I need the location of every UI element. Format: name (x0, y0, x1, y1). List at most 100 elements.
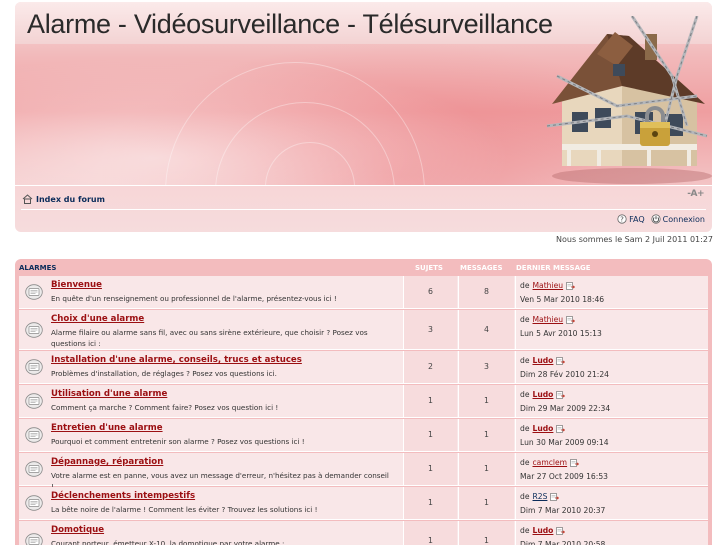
last-post-date: Dim 7 Mar 2010 20:58 (520, 540, 606, 545)
last-post-author-link[interactable]: camclem (533, 458, 568, 467)
forum-title-link[interactable]: Déclenchements intempestifs (51, 491, 195, 501)
forum-cell: Utilisation d'une alarme Comment ça marc… (19, 385, 402, 417)
view-latest-post-icon[interactable] (556, 526, 566, 535)
forum-read-icon (25, 427, 43, 443)
view-latest-post-icon[interactable] (566, 315, 576, 324)
posts-count: 1 (484, 430, 489, 439)
posts-cell: 8 (458, 276, 514, 308)
last-post-date: Dim 7 Mar 2010 20:37 (520, 506, 606, 515)
topics-cell: 6 (403, 276, 457, 308)
last-post-date: Lun 5 Avr 2010 15:13 (520, 329, 602, 338)
site-title[interactable]: Alarme - Vidéosurveillance - Télésurveil… (27, 9, 553, 40)
topics-cell: 1 (403, 419, 457, 451)
home-icon (22, 194, 33, 204)
last-post-date: Dim 29 Mar 2009 22:34 (520, 404, 611, 413)
forum-list-header: ALARMES SUJETS MESSAGES DERNIER MESSAGE (15, 259, 712, 276)
forum-row: Choix d'une alarme Alarme filaire ou ala… (19, 310, 708, 350)
forum-title-link[interactable]: Entretien d'une alarme (51, 423, 163, 433)
column-header-posts: MESSAGES (460, 264, 503, 272)
change-font-size[interactable]: -A+ (687, 189, 704, 199)
forum-index-link[interactable]: Index du forum (36, 195, 105, 204)
last-post-author-link[interactable]: Ludo (533, 526, 554, 535)
posts-count: 4 (484, 324, 489, 334)
topics-count: 1 (428, 464, 433, 473)
topics-cell: 2 (403, 351, 457, 383)
forum-cell: Dépannage, réparation Votre alarme est e… (19, 453, 402, 491)
nav-bar: Index du forum -A+ ? FAQ Connexion (15, 186, 712, 232)
forum-row: Déclenchements intempestifs La bête noir… (19, 487, 708, 520)
forum-title-link[interactable]: Choix d'une alarme (51, 314, 144, 324)
view-latest-post-icon[interactable] (570, 458, 580, 467)
forum-description: Pourquoi et comment entretenir son alarm… (51, 437, 305, 446)
last-post-author-link[interactable]: Ludo (533, 356, 554, 365)
faq-icon: ? (617, 214, 627, 224)
forum-description: Courant porteur, émetteur X-10, la domot… (51, 539, 285, 545)
last-post-cell: de camclem Mar 27 Oct 2009 16:53 (515, 453, 708, 485)
topics-cell: 1 (403, 487, 457, 519)
forum-cell: Installation d'une alarme, conseils, tru… (19, 351, 402, 383)
forum-read-icon (25, 284, 43, 300)
forum-read-icon (25, 495, 43, 511)
forum-row: Bienvenue En quête d'un renseignement ou… (19, 276, 708, 309)
view-latest-post-icon[interactable] (566, 281, 576, 290)
last-post-by: de (520, 315, 530, 324)
last-post-by: de (520, 390, 530, 399)
last-post-date: Ven 5 Mar 2010 18:46 (520, 295, 605, 304)
last-post-author-link[interactable]: Ludo (533, 424, 554, 433)
posts-count: 1 (484, 535, 489, 545)
chained-house-logo (546, 16, 712, 184)
forum-read-icon (25, 359, 43, 375)
forum-list: ALARMES SUJETS MESSAGES DERNIER MESSAGE … (15, 259, 712, 545)
last-post-author-link[interactable]: R2S (533, 492, 548, 501)
topics-count: 2 (428, 362, 433, 371)
svg-text:?: ? (620, 216, 624, 224)
forum-title-link[interactable]: Bienvenue (51, 280, 102, 290)
last-post-cell: de Mathieu Lun 5 Avr 2010 15:13 (515, 310, 708, 349)
forum-description: Comment ça marche ? Comment faire? Posez… (51, 403, 279, 412)
forum-read-icon (25, 532, 43, 545)
forum-row: Dépannage, réparation Votre alarme est e… (19, 453, 708, 491)
nav-user-links: ? FAQ Connexion (617, 214, 705, 224)
topics-cell: 1 (403, 521, 457, 545)
login-link[interactable]: Connexion (651, 214, 705, 224)
nav-divider (21, 209, 706, 210)
forum-read-icon (25, 321, 43, 338)
view-latest-post-icon[interactable] (556, 356, 566, 365)
forum-cell: Domotique Courant porteur, émetteur X-10… (19, 521, 402, 545)
forum-row: Installation d'une alarme, conseils, tru… (19, 351, 708, 384)
last-post-author-line: de Mathieu (520, 281, 576, 290)
view-latest-post-icon[interactable] (556, 424, 566, 433)
breadcrumb: Index du forum (22, 194, 105, 204)
forum-title-link[interactable]: Domotique (51, 525, 104, 535)
login-label: Connexion (662, 214, 705, 224)
view-latest-post-icon[interactable] (550, 492, 560, 501)
topics-count: 1 (428, 498, 433, 507)
forum-title-link[interactable]: Dépannage, réparation (51, 457, 163, 467)
last-post-author-link[interactable]: Mathieu (533, 281, 564, 290)
forum-read-icon (25, 461, 43, 477)
forum-cell: Choix d'une alarme Alarme filaire ou ala… (19, 310, 402, 349)
forum-description: Alarme filaire ou alarme sans fil, avec … (51, 328, 368, 348)
posts-cell: 1 (458, 521, 514, 545)
category-title[interactable]: ALARMES (19, 264, 56, 272)
last-post-cell: de Ludo Dim 7 Mar 2010 20:58 (515, 521, 708, 545)
posts-count: 8 (484, 287, 489, 296)
last-post-author-link[interactable]: Mathieu (533, 315, 564, 324)
topics-count: 3 (428, 324, 433, 334)
power-icon (651, 214, 661, 224)
posts-count: 3 (484, 362, 489, 371)
column-header-topics: SUJETS (415, 264, 443, 272)
posts-cell: 1 (458, 385, 514, 417)
faq-link[interactable]: ? FAQ (617, 214, 645, 224)
forum-description: La bête noire de l'alarme ! Comment les … (51, 505, 318, 514)
last-post-author-link[interactable]: Ludo (533, 390, 554, 399)
last-post-cell: de Ludo Lun 30 Mar 2009 09:14 (515, 419, 708, 451)
last-post-author-line: de Ludo (520, 356, 566, 365)
forum-title-link[interactable]: Utilisation d'une alarme (51, 389, 167, 399)
posts-count: 1 (484, 498, 489, 507)
forum-title-link[interactable]: Installation d'une alarme, conseils, tru… (51, 355, 302, 365)
posts-cell: 3 (458, 351, 514, 383)
topics-count: 1 (428, 396, 433, 405)
view-latest-post-icon[interactable] (556, 390, 566, 399)
posts-count: 1 (484, 464, 489, 473)
